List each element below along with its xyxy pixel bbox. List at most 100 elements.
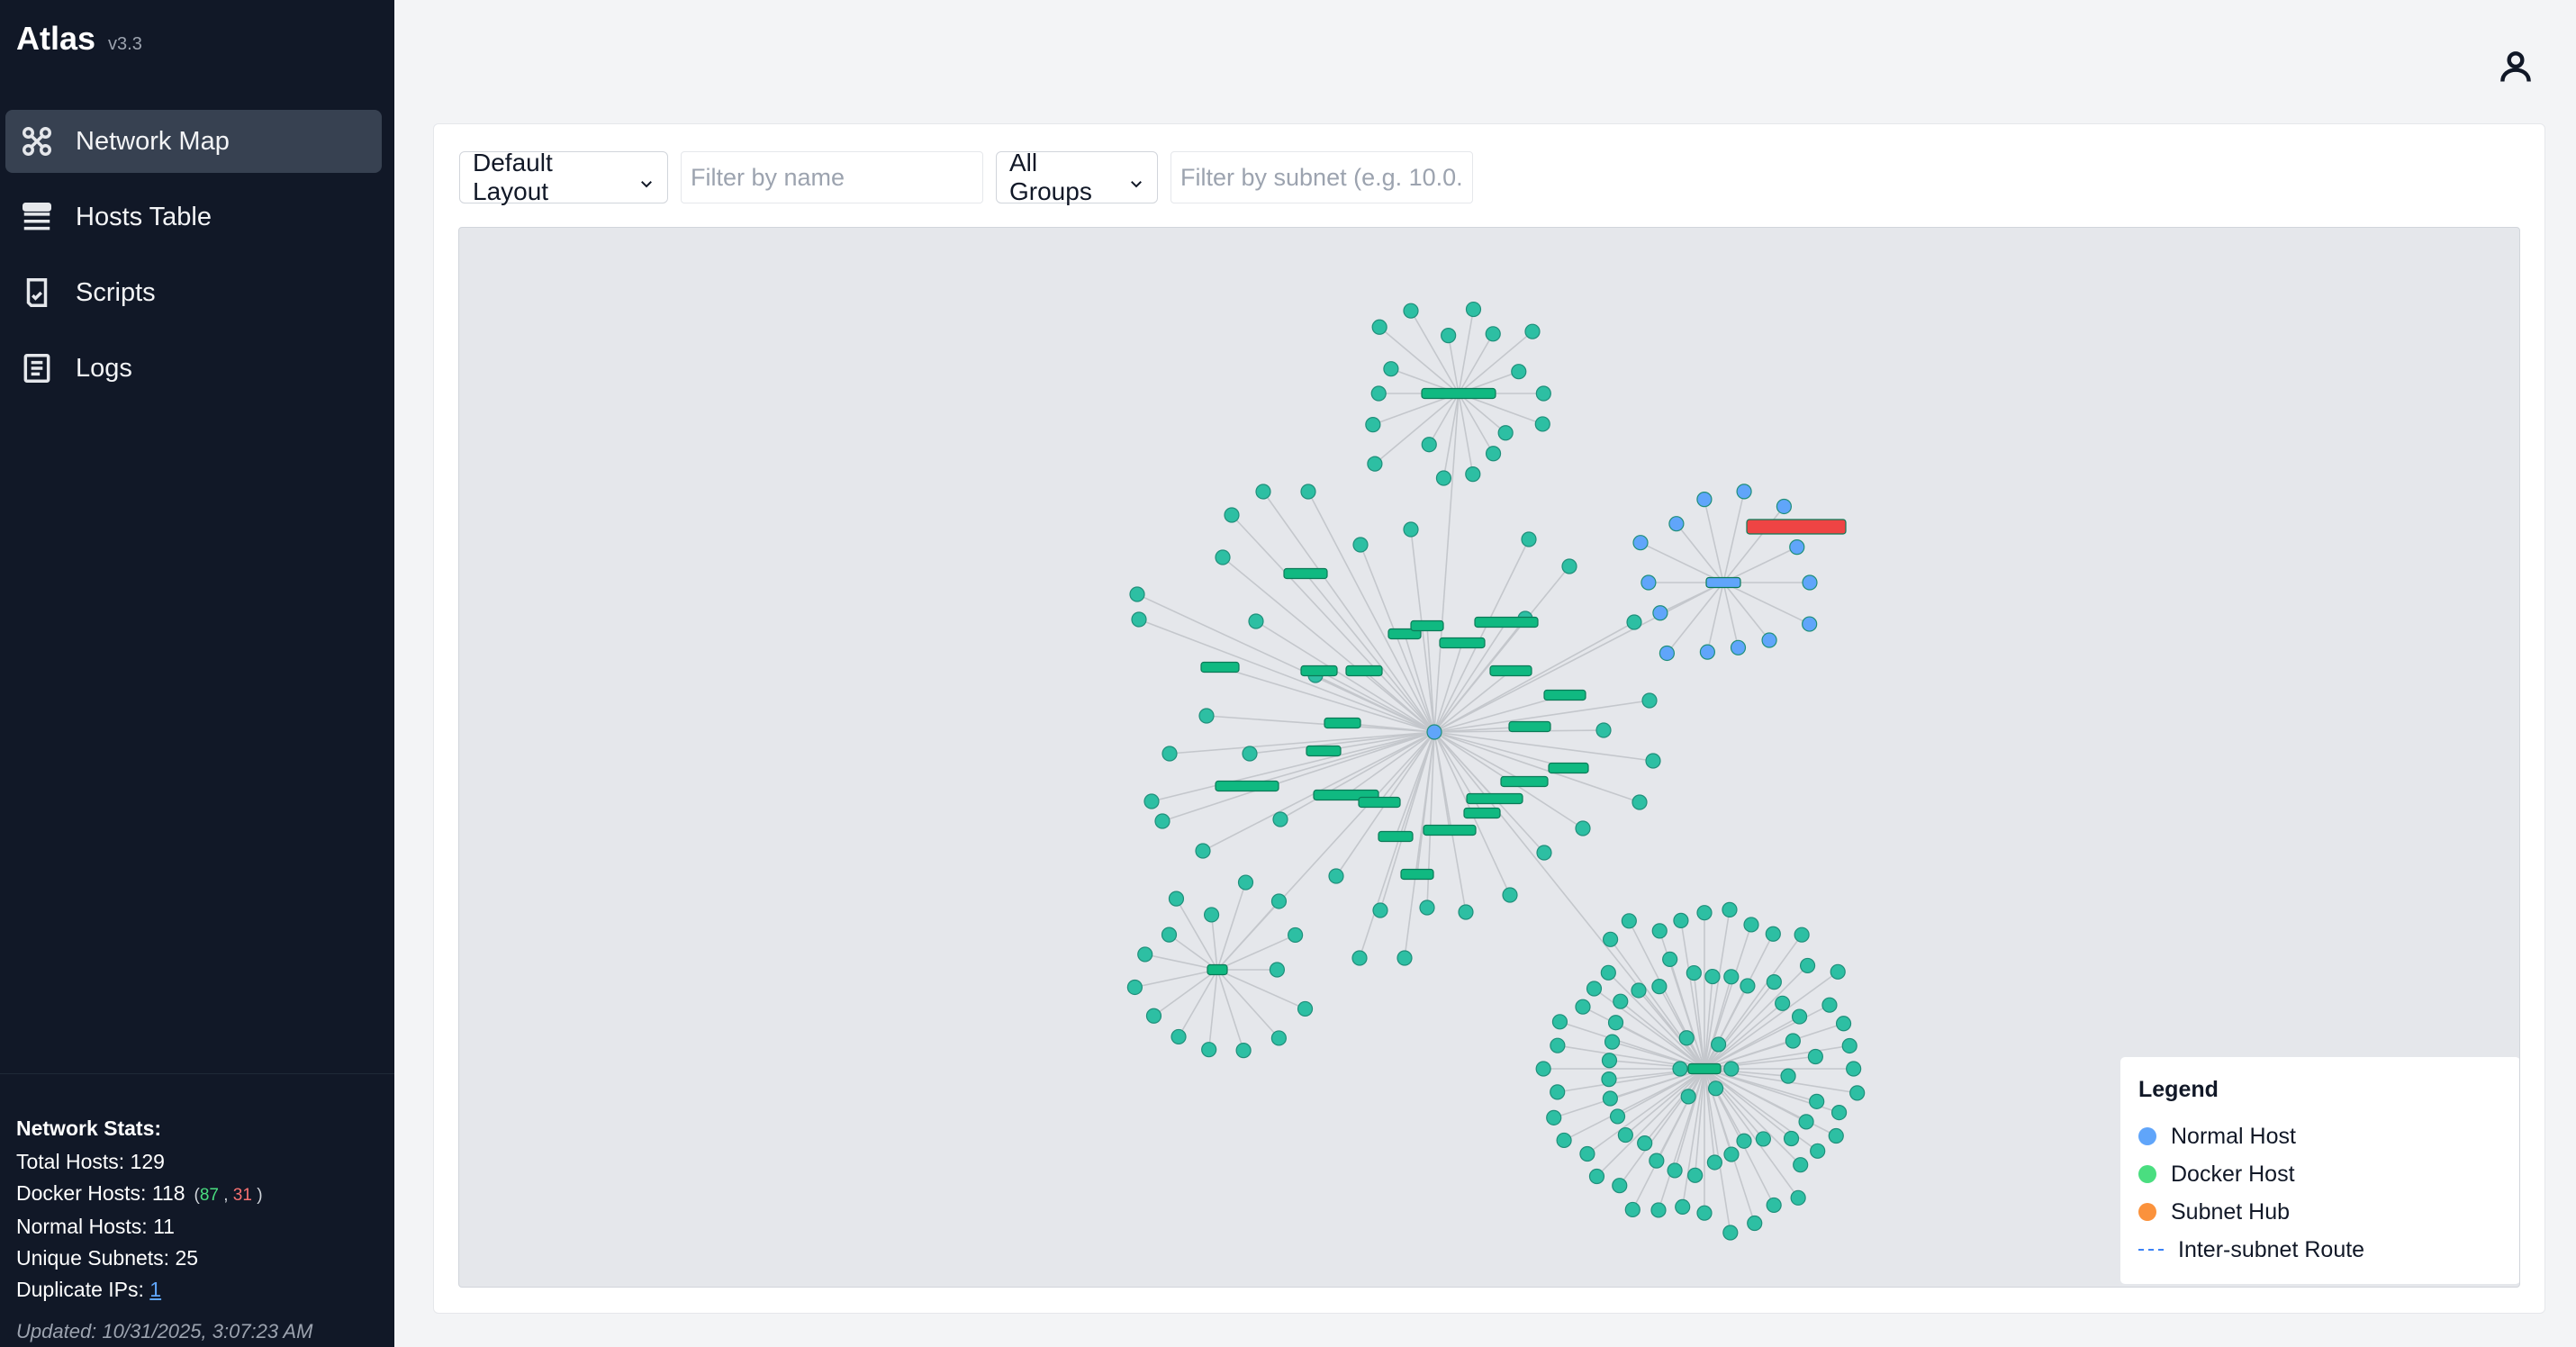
host-node[interactable] [1740, 978, 1756, 994]
host-node[interactable] [1550, 1037, 1566, 1053]
host-node[interactable] [1667, 1162, 1683, 1179]
host-node[interactable] [1791, 1008, 1808, 1025]
host-node[interactable] [1161, 746, 1178, 762]
central-host-node[interactable] [1426, 724, 1442, 740]
subnet-hub-node[interactable] [1687, 1062, 1722, 1075]
subnet-hub-node[interactable] [1207, 963, 1228, 976]
host-node[interactable] [1201, 1042, 1217, 1058]
host-node[interactable] [1699, 644, 1715, 660]
host-node[interactable] [1723, 1146, 1740, 1162]
host-node[interactable] [1521, 531, 1537, 547]
host-node[interactable] [1419, 900, 1435, 916]
host-node[interactable] [1649, 1153, 1665, 1169]
subnet-hub-node[interactable] [1378, 830, 1414, 843]
host-node[interactable] [1161, 927, 1178, 943]
subnet-hub-node[interactable] [1466, 792, 1523, 805]
duplicate-ips-link[interactable]: 1 [149, 1278, 161, 1301]
host-node[interactable] [1807, 1048, 1823, 1065]
host-node[interactable] [1696, 1205, 1713, 1221]
host-node[interactable] [1722, 901, 1738, 918]
host-node[interactable] [1828, 1127, 1844, 1144]
host-node[interactable] [1242, 746, 1258, 762]
host-node[interactable] [1696, 492, 1713, 508]
normal-hub-node[interactable] [1705, 576, 1741, 589]
host-node[interactable] [1465, 466, 1481, 483]
host-node[interactable] [1776, 498, 1793, 515]
host-node[interactable] [1535, 1061, 1551, 1077]
host-node[interactable] [1137, 946, 1153, 963]
host-node[interactable] [1328, 868, 1344, 884]
host-node[interactable] [1270, 1030, 1287, 1046]
host-node[interactable] [1650, 1202, 1667, 1218]
host-node[interactable] [1421, 437, 1437, 453]
host-node[interactable] [1736, 1133, 1752, 1149]
host-node[interactable] [1435, 470, 1452, 486]
host-node[interactable] [1129, 586, 1145, 602]
host-node[interactable] [1556, 1132, 1572, 1149]
host-node[interactable] [1722, 1225, 1739, 1241]
host-node[interactable] [1711, 1036, 1727, 1053]
host-node[interactable] [1846, 1061, 1862, 1077]
host-node[interactable] [1536, 845, 1552, 861]
host-node[interactable] [1458, 904, 1474, 920]
host-node[interactable] [1485, 446, 1502, 462]
subnet-hub-node[interactable] [1215, 780, 1279, 792]
host-node[interactable] [1396, 950, 1413, 966]
sidebar-item-network-map[interactable]: Network Map [5, 110, 382, 173]
host-node[interactable] [1371, 319, 1387, 335]
subnet-hub-node[interactable] [1306, 745, 1342, 757]
host-node[interactable] [1841, 1037, 1857, 1054]
host-node[interactable] [1465, 301, 1482, 318]
host-node[interactable] [1272, 811, 1288, 827]
host-node[interactable] [1830, 963, 1846, 980]
network-graph[interactable]: Legend Normal Host Docker Host Subnet Hu… [458, 227, 2520, 1288]
host-node[interactable] [1686, 964, 1702, 981]
host-node[interactable] [1441, 328, 1457, 344]
host-node[interactable] [1766, 1197, 1782, 1214]
host-node[interactable] [1511, 364, 1527, 380]
subnet-hub-node[interactable] [1439, 637, 1486, 649]
host-node[interactable] [1143, 793, 1160, 809]
host-node[interactable] [1621, 913, 1637, 929]
sidebar-item-hosts-table[interactable]: Hosts Table [5, 185, 382, 249]
host-node[interactable] [1224, 507, 1240, 523]
subnet-hub-node[interactable] [1283, 567, 1328, 580]
host-node[interactable] [1352, 537, 1369, 553]
host-node[interactable] [1761, 632, 1777, 648]
host-node[interactable] [1821, 997, 1838, 1013]
host-node[interactable] [1766, 974, 1782, 990]
host-node[interactable] [1723, 1061, 1740, 1077]
host-node[interactable] [1802, 574, 1818, 591]
subnet-hub-node[interactable] [1410, 619, 1444, 632]
host-node[interactable] [1534, 416, 1550, 432]
host-node[interactable] [1652, 605, 1668, 621]
host-node[interactable] [1680, 1089, 1696, 1105]
name-filter-input[interactable] [681, 151, 983, 203]
host-node[interactable] [1403, 303, 1419, 319]
host-node[interactable] [1783, 1130, 1800, 1147]
host-node[interactable] [1602, 1090, 1618, 1107]
user-icon[interactable] [2496, 47, 2535, 86]
host-node[interactable] [1601, 1053, 1618, 1069]
host-node[interactable] [1798, 1114, 1814, 1130]
host-node[interactable] [1383, 361, 1399, 377]
host-node[interactable] [1579, 1145, 1595, 1162]
host-node[interactable] [1170, 1028, 1187, 1045]
layout-select[interactable]: Default Layout [459, 149, 668, 205]
host-node[interactable] [1604, 1034, 1621, 1050]
host-node[interactable] [1546, 1109, 1562, 1126]
subnet-hub-node[interactable] [1508, 720, 1551, 733]
host-node[interactable] [1793, 1157, 1809, 1173]
host-node[interactable] [1835, 1016, 1852, 1032]
host-node[interactable] [1810, 1143, 1826, 1159]
host-node[interactable] [1696, 905, 1713, 921]
subnet-hub-node[interactable] [1548, 762, 1589, 774]
host-node[interactable] [1602, 931, 1619, 947]
host-node[interactable] [1195, 843, 1211, 859]
host-node[interactable] [1637, 1135, 1653, 1152]
host-node[interactable] [1785, 1033, 1801, 1049]
host-node[interactable] [1631, 982, 1647, 999]
subnet-hub-node[interactable] [1463, 807, 1501, 819]
host-node[interactable] [1370, 385, 1387, 402]
host-node[interactable] [1830, 1105, 1848, 1121]
